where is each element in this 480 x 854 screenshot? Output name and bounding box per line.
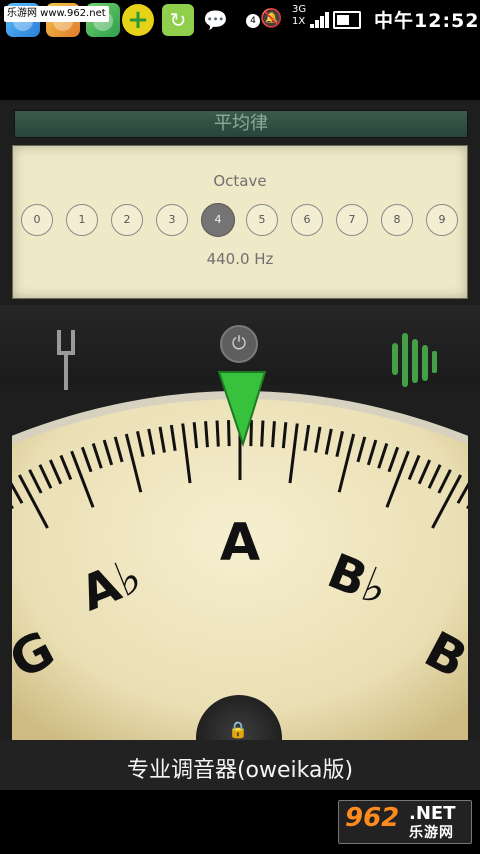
dial-tick (260, 420, 265, 447)
clock: 中午12:52 (374, 10, 480, 32)
network-type: 3G 1X (292, 4, 306, 28)
tuner-app: 平均律 Octave 0 1 2 3 4 5 6 7 8 9 440.0 Hz … (0, 100, 480, 790)
app-title: 专业调音器(oweika版) (126, 758, 354, 783)
network-top: 3G (292, 4, 307, 15)
octave-button-6[interactable]: 6 (291, 204, 323, 236)
octave-button-2[interactable]: 2 (111, 204, 143, 236)
signal-icon (310, 8, 330, 28)
octave-button-3[interactable]: 3 (156, 204, 188, 236)
watermark-cn: 乐游网 (409, 825, 454, 841)
dial-tick (215, 420, 220, 447)
octave-button-0[interactable]: 0 (21, 204, 53, 236)
octave-button-4[interactable]: 4 (201, 203, 235, 237)
mute-icon: 🔕 (260, 8, 283, 29)
chat-icon: 💬 (203, 8, 228, 32)
status-bar: 乐游网 www.962.net + ↻ 💬 4 🔕 3G 1X 中午12:52 (0, 0, 480, 40)
dial-tick (271, 421, 276, 448)
octave-button-7[interactable]: 7 (336, 204, 368, 236)
add-icon: + (122, 4, 154, 36)
notification-count: 4 (246, 14, 260, 28)
octave-button-5[interactable]: 5 (246, 204, 278, 236)
power-button[interactable]: ⏻ (220, 325, 258, 363)
network-bottom: 1X (292, 16, 306, 27)
dial-tick (204, 421, 209, 448)
watermark-net: .NET (409, 803, 456, 824)
note-a: A (220, 513, 260, 573)
temperament-button[interactable]: 平均律 (14, 110, 468, 138)
dial-tick (249, 420, 253, 447)
watermark-logo: 962 .NET 乐游网 (338, 800, 472, 844)
refresh-icon: ↻ (162, 4, 194, 36)
octave-selector: 0 1 2 3 4 5 6 7 8 9 (21, 203, 461, 238)
watermark-number: 962 (345, 803, 400, 833)
site-label: 乐游网 www.962.net (4, 6, 109, 22)
octave-title: Octave (213, 172, 267, 190)
dial-tick (227, 420, 231, 447)
octave-button-8[interactable]: 8 (381, 204, 413, 236)
octave-panel: Octave 0 1 2 3 4 5 6 7 8 9 440.0 Hz (12, 145, 468, 299)
battery-tip (333, 11, 361, 29)
octave-button-1[interactable]: 1 (66, 204, 98, 236)
tuning-dial: A A♭ B♭ G B (12, 371, 468, 750)
frequency-label: 440.0 Hz (206, 250, 274, 268)
bottom-watermark-bar: 962 .NET 乐游网 (0, 790, 480, 854)
lock-icon: 🔒 (228, 720, 248, 739)
octave-button-9[interactable]: 9 (426, 204, 458, 236)
